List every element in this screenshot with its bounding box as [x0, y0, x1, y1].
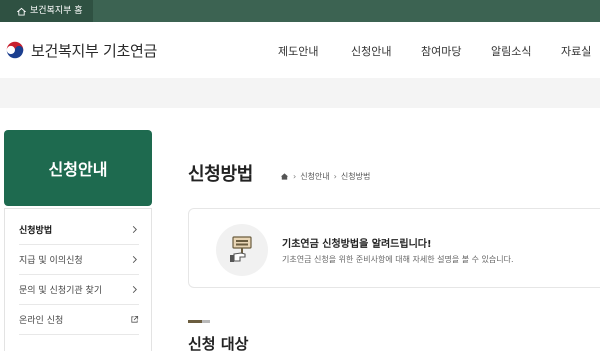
sub-visual-band: [0, 78, 600, 108]
sidebar-item-label: 문의 및 신청기관 찾기: [19, 286, 103, 296]
taegeuk-logo-icon: [6, 41, 24, 59]
home-icon[interactable]: [280, 172, 289, 181]
breadcrumb-separator-icon: ›: [333, 172, 337, 181]
info-box: 기초연금 신청방법을 알려드립니다! 기초연금 신청을 위한 준비사항에 대해 …: [188, 208, 600, 288]
sidebar-menu: 신청방법 지급 및 이의신청 문의 및 신청기관 찾기 온라인 신청: [4, 208, 152, 351]
utility-bar: 보건복지부 홈: [0, 0, 600, 22]
info-description: 기초연금 신청을 위한 준비사항에 대해 자세한 설명을 볼 수 있습니다.: [282, 255, 514, 264]
global-navigation: 제도안내 신청안내 참여마당 알림소식 자료실: [278, 43, 591, 59]
chevron-right-icon: [132, 286, 137, 293]
gnb-item-participation[interactable]: 참여마당: [421, 43, 491, 59]
sidebar-item-how-to-apply[interactable]: 신청방법: [19, 215, 139, 245]
external-link-icon: [131, 315, 139, 323]
breadcrumb-separator-icon: ›: [293, 172, 297, 181]
breadcrumb-item[interactable]: 신청안내: [300, 171, 329, 182]
info-heading: 기초연금 신청방법을 알려드립니다!: [282, 239, 432, 250]
gnb-item-system-guide[interactable]: 제도안내: [278, 43, 351, 59]
sidebar-title: 신청안내: [4, 130, 152, 206]
page-title: 신청방법: [188, 164, 254, 185]
chevron-right-icon: [132, 256, 137, 263]
info-icon-wrapper: [216, 224, 268, 276]
sidebar-item-label: 지급 및 이의신청: [19, 256, 83, 266]
house-icon: [17, 7, 26, 16]
sidebar-item-payment-appeal[interactable]: 지급 및 이의신청: [19, 245, 139, 275]
gnb-item-news[interactable]: 알림소식: [491, 43, 561, 59]
sidebar-item-label: 신청방법: [19, 226, 53, 236]
sidebar-item-online-application[interactable]: 온라인 신청: [19, 305, 139, 335]
sidebar-item-inquiry-office[interactable]: 문의 및 신청기관 찾기: [19, 275, 139, 305]
sign-holding-hand-icon: [230, 236, 252, 262]
gnb-item-resources[interactable]: 자료실: [561, 43, 591, 59]
breadcrumb: › 신청안내 › 신청방법: [280, 171, 370, 182]
ministry-home-link[interactable]: 보건복지부 홈: [0, 0, 93, 22]
chevron-right-icon: [132, 226, 137, 233]
home-link-label: 보건복지부 홈: [30, 6, 83, 16]
gnb-item-application-guide[interactable]: 신청안내: [351, 43, 421, 59]
sidebar-item-label: 온라인 신청: [19, 316, 64, 326]
site-logo-text: 보건복지부 기초연금: [31, 41, 157, 60]
site-logo[interactable]: 보건복지부 기초연금: [4, 39, 157, 61]
section-accent-bar: [188, 320, 210, 323]
site-header: 보건복지부 기초연금 제도안내 신청안내 참여마당 알림소식 자료실: [0, 22, 600, 78]
breadcrumb-item: 신청방법: [340, 172, 371, 181]
